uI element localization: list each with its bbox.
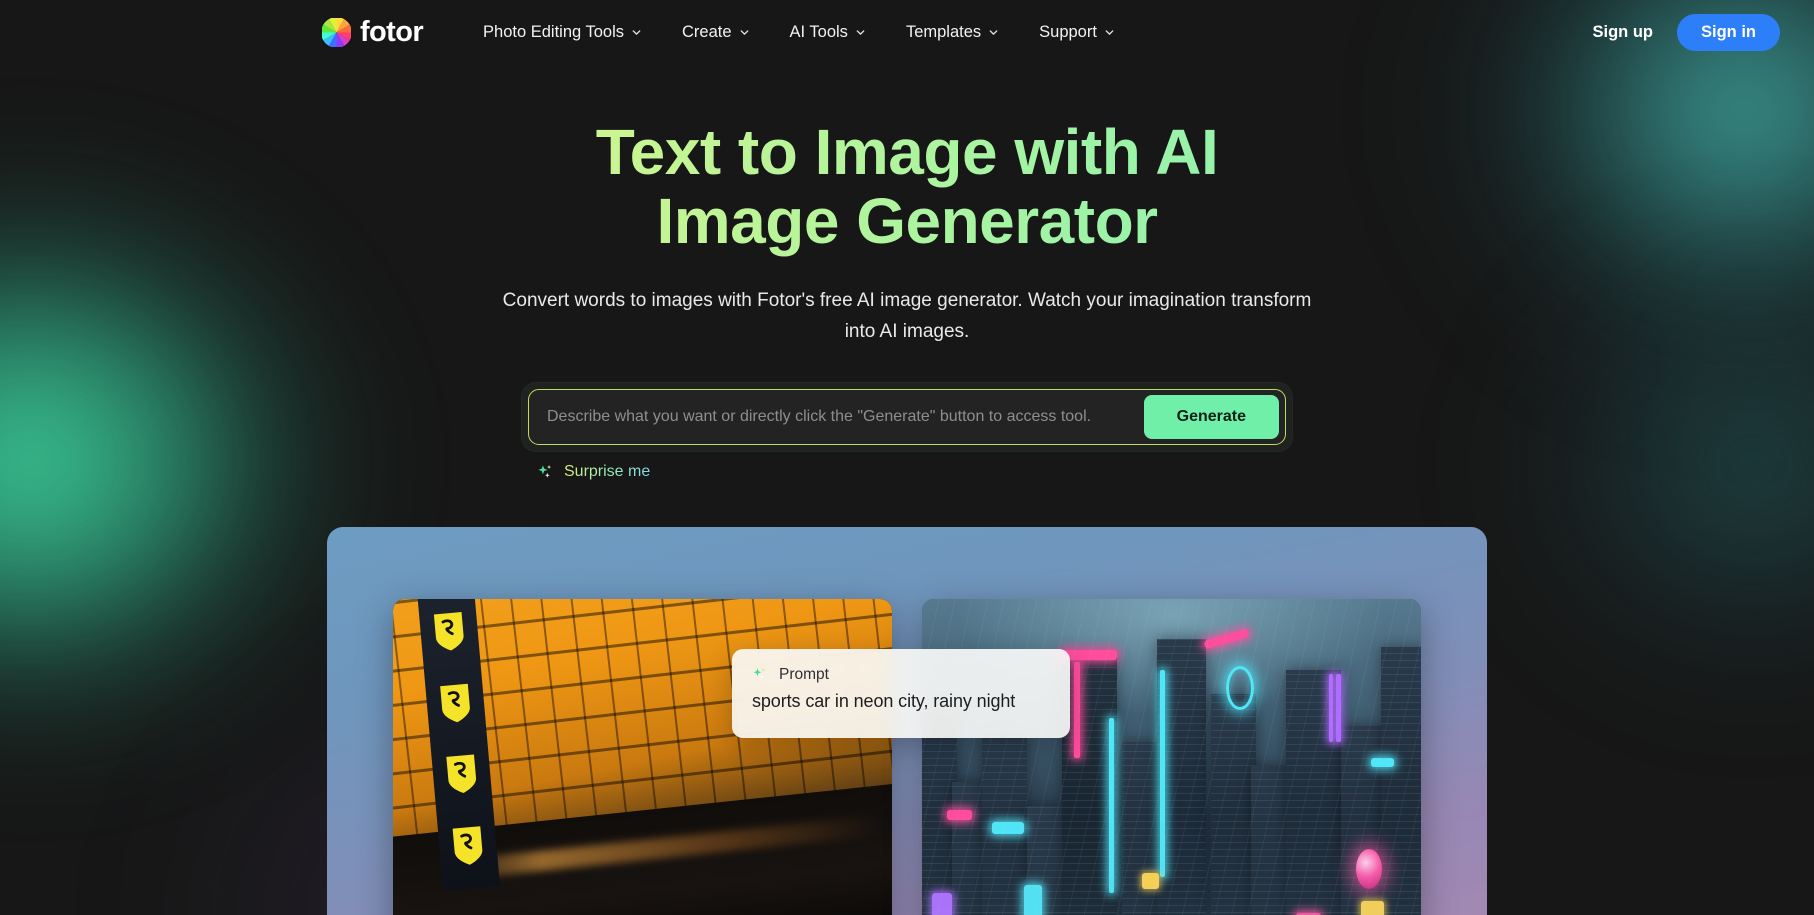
site-header: fotor Photo Editing Tools Create AI Tool… [0, 0, 1814, 64]
brand-name: fotor [360, 15, 424, 48]
surprise-me-label: Surprise me [564, 462, 651, 480]
nav-label: Templates [905, 22, 982, 41]
nav-item-photo-editing-tools[interactable]: Photo Editing Tools [463, 14, 662, 51]
showcase-image-neon-city[interactable] [922, 598, 1421, 915]
prompt-input[interactable] [547, 407, 1144, 426]
chevron-down-icon [631, 27, 642, 38]
headline-line-1: Text to Image with AI [595, 116, 1219, 188]
nav-label: Create [682, 22, 732, 41]
chevron-down-icon [1104, 27, 1115, 38]
prompt-card-header: Prompt [752, 666, 1050, 684]
prompt-bar[interactable]: Generate [528, 388, 1286, 445]
sign-up-link[interactable]: Sign up [1593, 23, 1654, 42]
ferrari-shield-icon [438, 680, 475, 724]
ferrari-shield-icon [450, 823, 487, 867]
sparkles-icon [537, 463, 555, 481]
nav-label: Photo Editing Tools [483, 22, 624, 41]
prompt-card-text: sports car in neon city, rainy night [752, 690, 1016, 711]
neon-city-artwork [922, 598, 1421, 915]
prompt-preview-card: Prompt sports car in neon city, rainy ni… [732, 648, 1070, 738]
generate-button[interactable]: Generate [1143, 394, 1279, 439]
showcase-panel: Prompt sports car in neon city, rainy ni… [327, 526, 1487, 915]
fotor-color-wheel-logo-icon [322, 17, 351, 47]
page-root: fotor Photo Editing Tools Create AI Tool… [0, 0, 1814, 915]
nav-item-templates[interactable]: Templates [886, 14, 1019, 51]
chevron-down-icon [855, 27, 866, 38]
header-actions: Sign up Sign in [1593, 13, 1780, 51]
hero-subtitle: Convert words to images with Fotor's fre… [502, 290, 1312, 342]
hero-section: Text to Image with AI Image Generator Co… [0, 118, 1814, 348]
prompt-card-label: Prompt [779, 665, 829, 683]
nav-item-ai-tools[interactable]: AI Tools [770, 14, 886, 51]
nav-item-create[interactable]: Create [662, 14, 770, 51]
sports-car-artwork [393, 598, 892, 915]
ferrari-shield-icon [431, 609, 468, 653]
nav-label: Support [1039, 22, 1097, 41]
sparkles-icon [752, 666, 769, 683]
main-nav: Photo Editing Tools Create AI Tools Temp… [463, 14, 1135, 51]
brand-logo-link[interactable]: fotor [322, 15, 424, 48]
headline-line-2: Image Generator [656, 185, 1158, 258]
chevron-down-icon [739, 27, 750, 38]
chevron-down-icon [988, 27, 999, 38]
surprise-me-button[interactable]: Surprise me [537, 463, 650, 481]
page-title: Text to Image with AI Image Generator [0, 118, 1814, 262]
surprise-me-row: Surprise me [522, 463, 1292, 481]
sign-in-button[interactable]: Sign in [1677, 13, 1780, 51]
ferrari-shield-icon [444, 752, 481, 796]
showcase-image-sports-car[interactable] [393, 598, 892, 915]
nav-label: AI Tools [789, 22, 848, 41]
nav-item-support[interactable]: Support [1019, 14, 1135, 51]
red-sports-car-illustration [408, 889, 877, 915]
prompt-bar-container: Generate [522, 382, 1292, 451]
